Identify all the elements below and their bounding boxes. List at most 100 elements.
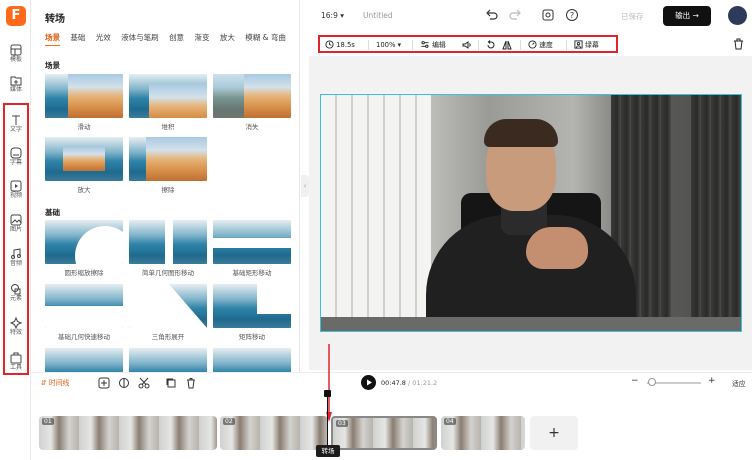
volume-icon[interactable] bbox=[462, 39, 472, 51]
save-status: 已保存 bbox=[621, 12, 644, 21]
transition-thumbnail bbox=[213, 284, 291, 328]
transition-tile[interactable]: 矩阵移动 bbox=[213, 284, 291, 341]
transition-tooltip: 转场 bbox=[316, 445, 340, 457]
zoom-select[interactable]: 100% ▾ bbox=[376, 39, 401, 51]
transition-tile[interactable]: 三角形展开 bbox=[129, 284, 207, 341]
add-clip-button[interactable]: + bbox=[530, 416, 578, 450]
transition-label: 基础几何快速移动 bbox=[58, 333, 110, 341]
timeline-tracks: 01 02 03 04 + bbox=[31, 394, 752, 460]
fit-button[interactable]: 适应 bbox=[732, 378, 746, 388]
divider bbox=[520, 40, 521, 50]
transition-tile[interactable]: 简单几何图形移动 bbox=[129, 220, 207, 277]
video-clip[interactable]: 04 bbox=[441, 416, 525, 450]
delete-icon[interactable] bbox=[733, 38, 744, 50]
video-clip[interactable]: 02 bbox=[220, 416, 328, 450]
section-title-scene: 场景 bbox=[45, 61, 60, 70]
transition-tile[interactable]: 圆形缩放擦除 bbox=[45, 220, 123, 277]
rail-item-label: 媒体 bbox=[9, 86, 22, 93]
green-screen-label: 绿幕 bbox=[585, 41, 599, 49]
undo-icon[interactable] bbox=[484, 8, 498, 22]
transition-tile[interactable] bbox=[45, 348, 123, 372]
export-button[interactable]: 输出 → bbox=[663, 6, 711, 26]
transition-thumbnail bbox=[213, 74, 291, 118]
transition-label: 消失 bbox=[245, 123, 259, 131]
zoom-in-button[interactable]: + bbox=[708, 376, 716, 386]
trash-icon[interactable] bbox=[185, 377, 197, 389]
rail-item-template[interactable]: 模板 bbox=[2, 42, 30, 72]
edit-button[interactable]: 编辑 bbox=[420, 39, 446, 51]
total-time: 01:21.2 bbox=[412, 379, 438, 387]
table-edge bbox=[321, 317, 741, 331]
transition-thumbnail bbox=[45, 348, 123, 372]
tab-scene[interactable]: 场景 bbox=[45, 32, 60, 46]
transition-tile[interactable]: 放大 bbox=[45, 137, 123, 194]
video-clip[interactable]: 01 bbox=[39, 416, 217, 450]
transition-tile[interactable]: 滑动 bbox=[45, 74, 123, 131]
transition-thumbnail bbox=[129, 220, 207, 264]
rail-item-media[interactable]: 媒体 bbox=[2, 72, 30, 102]
scissors-icon[interactable] bbox=[138, 377, 150, 389]
add-icon[interactable] bbox=[98, 377, 110, 389]
person-hand bbox=[526, 227, 588, 269]
avatar[interactable] bbox=[728, 6, 747, 25]
transition-tile[interactable] bbox=[213, 348, 291, 372]
transition-thumbnail bbox=[213, 348, 291, 372]
tab-creative[interactable]: 创意 bbox=[169, 32, 184, 43]
transition-tile[interactable]: 基础几何快速移动 bbox=[45, 284, 123, 341]
document-title[interactable]: Untitled bbox=[363, 11, 393, 20]
green-screen-button[interactable]: 绿幕 bbox=[574, 39, 599, 51]
tab-light[interactable]: 光效 bbox=[96, 32, 111, 43]
video-clip[interactable]: 03 bbox=[331, 416, 437, 450]
divider bbox=[478, 40, 479, 50]
zoom-out-button[interactable]: − bbox=[631, 376, 639, 386]
speed-icon bbox=[528, 40, 537, 49]
transition-label: 矩阵移动 bbox=[239, 333, 265, 341]
tab-gradient[interactable]: 渐变 bbox=[194, 32, 209, 43]
zoom-slider-handle[interactable] bbox=[648, 378, 656, 386]
timeline-mode-button[interactable]: ⇵ 时间线 bbox=[41, 377, 69, 387]
tab-basic[interactable]: 基础 bbox=[70, 32, 85, 43]
collapse-panel-button[interactable]: ‹ bbox=[301, 175, 309, 197]
aspect-ratio-select[interactable]: 16:9 ▾ bbox=[321, 11, 344, 20]
split-icon[interactable] bbox=[118, 377, 130, 389]
play-button[interactable] bbox=[361, 375, 376, 390]
transition-label: 堆积 bbox=[161, 123, 175, 131]
app-logo[interactable]: F bbox=[6, 6, 26, 26]
screenshot-icon[interactable] bbox=[541, 8, 555, 22]
transition-tile[interactable]: 消失 bbox=[213, 74, 291, 131]
transition-tile[interactable]: 堆积 bbox=[129, 74, 207, 131]
duration-button[interactable]: 18.5s bbox=[325, 39, 355, 51]
divider bbox=[412, 40, 413, 50]
section-title-basic: 基础 bbox=[45, 208, 60, 217]
transition-label: 放大 bbox=[77, 186, 91, 194]
template-icon bbox=[10, 44, 22, 56]
transition-thumbnail bbox=[213, 220, 291, 264]
video-preview[interactable] bbox=[320, 94, 742, 332]
transition-tile[interactable] bbox=[129, 348, 207, 372]
category-tabs: 场景 基础 光效 液体与笔刷 创意 渐变 放大 模糊 & 弯曲 bbox=[45, 32, 299, 46]
clip-toolbar: 18.5s 100% ▾ 编辑 速度 绿幕 bbox=[318, 35, 618, 53]
tab-zoom[interactable]: 放大 bbox=[220, 32, 235, 43]
help-icon[interactable]: ? bbox=[565, 8, 579, 22]
transition-label: 滑动 bbox=[77, 123, 91, 131]
media-upload-icon bbox=[10, 76, 22, 86]
tab-blur-warp[interactable]: 模糊 & 弯曲 bbox=[245, 32, 286, 43]
clock-icon bbox=[325, 40, 334, 49]
speed-button[interactable]: 速度 bbox=[528, 39, 553, 51]
rail-highlight-box bbox=[3, 103, 29, 375]
zoom-value: 100% bbox=[376, 41, 396, 49]
rotate-icon[interactable] bbox=[486, 39, 496, 51]
edit-label: 编辑 bbox=[432, 41, 446, 49]
transition-tile[interactable]: 基础矩形移动 bbox=[213, 220, 291, 277]
transition-tile[interactable]: 擦除 bbox=[129, 137, 207, 194]
curtain bbox=[691, 95, 741, 331]
export-label: 输出 bbox=[675, 11, 691, 20]
flip-icon[interactable] bbox=[502, 39, 512, 51]
clip-number: 03 bbox=[336, 420, 348, 427]
copy-icon[interactable] bbox=[165, 377, 177, 389]
speed-label: 速度 bbox=[539, 41, 553, 49]
top-bar: 16:9 ▾ Untitled ? 已保存 输出 → bbox=[301, 0, 752, 32]
redo-icon[interactable] bbox=[509, 8, 523, 22]
transition-thumbnail bbox=[129, 284, 207, 328]
tab-liquid-brush[interactable]: 液体与笔刷 bbox=[121, 32, 159, 43]
